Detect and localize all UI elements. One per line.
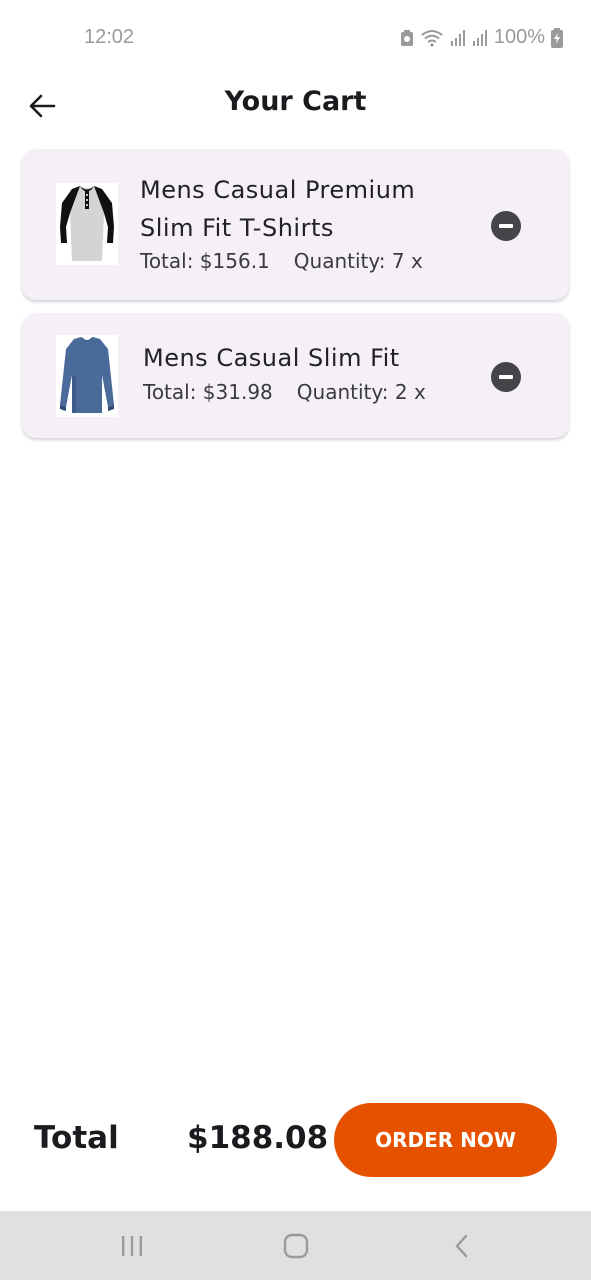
- recent-apps-button[interactable]: [92, 1211, 172, 1280]
- system-nav-bar: [0, 1211, 591, 1280]
- blue-long-sleeve-shirt-image: [60, 337, 114, 413]
- raglan-henley-shirt-image: [60, 186, 114, 261]
- status-time: 12:02: [84, 26, 135, 48]
- product-meta: Total: $31.98 Quantity: 2 x: [143, 380, 426, 404]
- signal-icon-1: [450, 29, 465, 46]
- minus-circle-icon: [499, 375, 513, 379]
- checkout-bar: Total $188.08 ORDER NOW: [0, 1100, 591, 1180]
- battery-saver-icon: [400, 29, 413, 46]
- status-bar: 12:02 100%: [0, 0, 591, 76]
- page-title: Your Cart: [224, 86, 367, 117]
- order-now-button[interactable]: ORDER NOW: [334, 1103, 557, 1177]
- product-quantity: Quantity: 7 x: [293, 249, 423, 273]
- battery-percent: 100%: [493, 26, 545, 48]
- battery-icon: [551, 27, 563, 48]
- app-bar: Your Cart: [0, 76, 591, 136]
- product-image: [56, 183, 118, 265]
- signal-icon-2: [472, 29, 487, 46]
- status-icons: 100%: [400, 26, 563, 49]
- chevron-left-icon: [455, 1234, 468, 1257]
- total-value: $188.08: [187, 1120, 329, 1156]
- home-button[interactable]: [256, 1211, 336, 1280]
- product-total: Total: $156.1: [140, 249, 270, 273]
- system-back-button[interactable]: [422, 1211, 502, 1280]
- product-total: Total: $31.98: [143, 380, 273, 404]
- minus-circle-icon: [499, 224, 513, 228]
- wifi-icon: [421, 29, 443, 47]
- cart-item[interactable]: Mens Casual Premium Slim Fit T-Shirts To…: [22, 149, 569, 300]
- product-title: Mens Casual Slim Fit: [143, 344, 400, 372]
- home-icon: [283, 1233, 309, 1258]
- cart-list: Mens Casual Premium Slim Fit T-Shirts To…: [22, 149, 569, 451]
- total-label: Total: [34, 1120, 119, 1156]
- product-title: Mens Casual Premium Slim Fit T-Shirts: [140, 176, 416, 242]
- remove-item-button[interactable]: [491, 362, 521, 392]
- remove-item-button[interactable]: [491, 211, 521, 241]
- recent-apps-icon: [122, 1235, 142, 1256]
- product-image: [56, 335, 118, 417]
- cart-item[interactable]: Mens Casual Slim Fit Total: $31.98 Quant…: [22, 313, 569, 438]
- product-quantity: Quantity: 2 x: [296, 380, 426, 404]
- product-meta: Total: $156.1 Quantity: 7 x: [140, 249, 423, 273]
